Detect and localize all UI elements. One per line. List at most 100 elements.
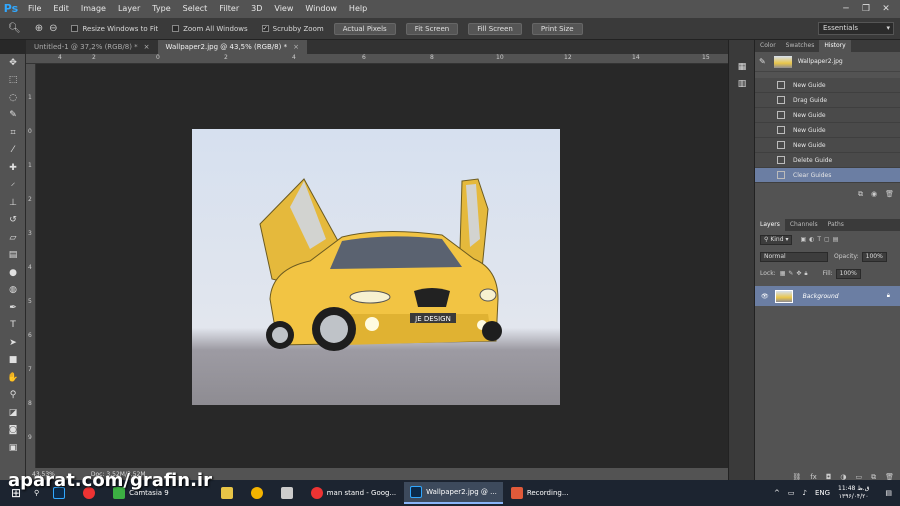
language-indicator[interactable]: ENG <box>815 489 830 497</box>
history-item[interactable]: Delete Guide <box>755 153 900 168</box>
history-item[interactable]: New Guide <box>755 138 900 153</box>
clone-stamp-tool-icon[interactable]: ⊥ <box>0 194 26 212</box>
filter-icons[interactable]: ▣◐T▢▤ <box>800 236 841 243</box>
menu-view[interactable]: View <box>268 0 299 18</box>
eye-icon[interactable]: 👁︎ <box>761 293 769 300</box>
zoom-tool-icon[interactable]: ⚲ <box>0 387 26 405</box>
hand-tool-icon[interactable]: ✋ <box>0 369 26 387</box>
restore-button[interactable]: ❐ <box>856 4 876 14</box>
taskbar-recording-window[interactable]: Recording... <box>505 482 575 504</box>
tab-untitled-1[interactable]: Untitled-1 @ 37,2% (RGB/8) * × <box>26 40 158 54</box>
taskbar-chrome2-icon[interactable] <box>245 482 273 504</box>
camera-icon[interactable]: ◉ <box>871 190 877 198</box>
blend-mode-select[interactable]: Normal <box>760 251 828 262</box>
screen-mode-icon[interactable]: ▣ <box>0 439 26 457</box>
canvas-area[interactable]: JE DESIGN <box>36 64 728 468</box>
path-selection-tool-icon[interactable]: ➤ <box>0 334 26 352</box>
history-snapshot[interactable]: ✎ Wallpaper2.jpg <box>755 52 900 72</box>
lock-label: Lock: <box>760 270 776 277</box>
gradient-tool-icon[interactable]: ▤ <box>0 247 26 265</box>
menu-edit[interactable]: Edit <box>47 0 75 18</box>
menu-layer[interactable]: Layer <box>112 0 146 18</box>
lasso-tool-icon[interactable]: ◌ <box>0 89 26 107</box>
history-brush-tool-icon[interactable]: ↺ <box>0 212 26 230</box>
history-item[interactable]: New Guide <box>755 108 900 123</box>
quick-mask-icon[interactable]: ◙ <box>0 422 26 440</box>
clock[interactable]: 11:48 ق.ظ ۱۳۹۶/۰۴/۲۰ <box>838 485 877 501</box>
lock-icons[interactable]: ▦✎✥🔒︎ <box>780 270 811 278</box>
tab-swatches[interactable]: Swatches <box>781 40 820 52</box>
opacity-field[interactable]: 100% <box>861 251 887 262</box>
scrubby-zoom-checkbox[interactable]: ✓ Scrubby Zoom <box>261 25 324 33</box>
tab-wallpaper2[interactable]: Wallpaper2.jpg @ 43,5% (RGB/8) * × <box>157 40 307 54</box>
history-item[interactable]: Drag Guide <box>755 93 900 108</box>
crop-tool-icon[interactable]: ⌗ <box>0 124 26 142</box>
color-swatches-icon[interactable]: ◪ <box>0 404 26 422</box>
minimize-button[interactable]: ─ <box>836 4 856 14</box>
zoom-out-icon[interactable]: ⊖ <box>49 23 57 34</box>
menu-file[interactable]: File <box>22 0 47 18</box>
dodge-tool-icon[interactable]: ◍ <box>0 282 26 300</box>
blur-tool-icon[interactable]: ● <box>0 264 26 282</box>
menu-filter[interactable]: Filter <box>213 0 245 18</box>
history-item-selected[interactable]: Clear Guides <box>755 168 900 183</box>
menu-image[interactable]: Image <box>75 0 112 18</box>
pen-tool-icon[interactable]: ✒ <box>0 299 26 317</box>
marquee-tool-icon[interactable]: ⬚ <box>0 72 26 90</box>
document-icon <box>777 141 785 149</box>
fill-field[interactable]: 100% <box>835 268 861 279</box>
fill-screen-button[interactable]: Fill Screen <box>468 22 522 35</box>
ruler-tick: 1 <box>28 162 32 169</box>
actual-pixels-button[interactable]: Actual Pixels <box>333 22 396 35</box>
tab-history[interactable]: History <box>819 40 851 52</box>
menu-type[interactable]: Type <box>146 0 176 18</box>
layer-background[interactable]: 👁︎ Background 🔒︎ <box>755 286 900 306</box>
volume-icon[interactable]: ♪ <box>802 489 806 497</box>
tab-paths[interactable]: Paths <box>823 219 849 231</box>
brush-tool-icon[interactable]: ⸍ <box>0 177 26 195</box>
taskbar-photoshop-window[interactable]: Wallpaper2.jpg @ ... <box>404 482 503 504</box>
eyedropper-tool-icon[interactable]: ⁄ <box>0 142 26 160</box>
zoom-all-windows-checkbox[interactable]: Zoom All Windows <box>172 25 248 33</box>
chevron-up-icon[interactable]: ^ <box>774 489 780 497</box>
move-tool-icon[interactable]: ✥ <box>0 54 26 72</box>
network-icon[interactable]: ▭ <box>788 489 795 497</box>
resize-windows-checkbox[interactable]: Resize Windows to Fit <box>71 25 158 33</box>
eraser-tool-icon[interactable]: ▱ <box>0 229 26 247</box>
menu-select[interactable]: Select <box>177 0 214 18</box>
taskbar-store-icon[interactable] <box>275 482 303 504</box>
document-image[interactable]: JE DESIGN <box>192 129 560 405</box>
close-button[interactable]: ✕ <box>876 4 896 14</box>
properties-panel-icon[interactable]: ▥ <box>729 76 755 94</box>
close-icon[interactable]: × <box>144 40 150 54</box>
taskbar-folder-icon[interactable] <box>215 482 243 504</box>
ruler-tick: 7 <box>28 366 32 373</box>
history-panel-icon[interactable]: ▦ <box>729 58 755 76</box>
new-document-icon[interactable]: ⧉ <box>858 190 863 199</box>
zoom-in-icon[interactable]: ⊕ <box>35 23 43 34</box>
menu-3d[interactable]: 3D <box>245 0 268 18</box>
type-tool-icon[interactable]: T <box>0 317 26 335</box>
history-item[interactable]: New Guide <box>755 123 900 138</box>
trash-icon[interactable]: 🗑︎ <box>885 190 894 198</box>
notifications-icon[interactable]: ▤ <box>885 489 892 497</box>
healing-brush-tool-icon[interactable]: ✚ <box>0 159 26 177</box>
tab-color[interactable]: Color <box>755 40 781 52</box>
zoom-tool-icon[interactable]: 🔍︎ <box>8 23 21 34</box>
tab-channels[interactable]: Channels <box>785 219 823 231</box>
menu-window[interactable]: Window <box>299 0 343 18</box>
ruler-tick: 4 <box>292 54 296 61</box>
tab-layers[interactable]: Layers <box>755 219 785 231</box>
workspace-select[interactable]: Essentials ▾ <box>818 22 894 35</box>
kind-filter-select[interactable]: ⚲ Kind ▾ <box>760 234 793 245</box>
print-size-button[interactable]: Print Size <box>531 22 583 35</box>
fit-screen-button[interactable]: Fit Screen <box>405 22 459 35</box>
close-icon[interactable]: × <box>293 40 299 54</box>
taskbar-chrome-window[interactable]: man stand - Goog... <box>305 482 402 504</box>
quick-select-tool-icon[interactable]: ✎ <box>0 107 26 125</box>
tab-label: Wallpaper2.jpg @ 43,5% (RGB/8) * <box>165 43 288 51</box>
menu-help[interactable]: Help <box>343 0 373 18</box>
history-item[interactable]: New Guide <box>755 78 900 93</box>
recorder-icon <box>510 487 523 499</box>
rectangle-tool-icon[interactable]: ■ <box>0 352 26 370</box>
